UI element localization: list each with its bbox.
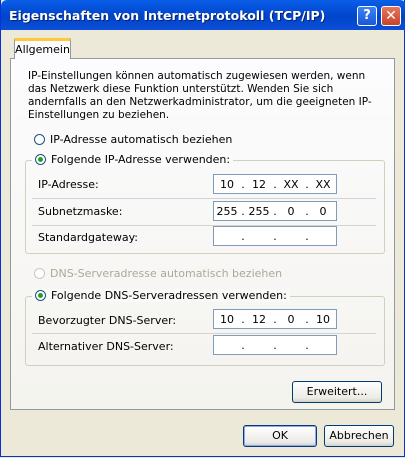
dns-manual-label: Folgende DNS-Serveradressen verwenden: (51, 289, 287, 302)
close-button[interactable]: ✕ (381, 6, 401, 26)
subnet-field[interactable]: 255. 255. 0. 0 (213, 201, 337, 221)
dot: . (273, 177, 277, 191)
ip-manual-label: Folgende IP-Adresse verwenden: (51, 153, 231, 166)
dns-auto-label: DNS-Serveradresse automatisch beziehen (50, 267, 283, 280)
octet: 12 (252, 312, 266, 326)
cancel-button[interactable]: Abbrechen (324, 425, 394, 447)
ip-auto-radio[interactable] (34, 134, 45, 145)
ip-address-label: IP-Adresse: (38, 178, 99, 191)
octet: 255 (216, 204, 238, 218)
dot: . (273, 229, 277, 243)
subnet-label: Subnetzmaske: (38, 205, 123, 218)
octet: XX (283, 177, 299, 191)
dot: . (241, 177, 245, 191)
dns-manual-option[interactable]: Folgende DNS-Serveradressen verwenden: (32, 289, 290, 302)
octet: 12 (252, 177, 266, 191)
preferred-dns-label: Bevorzugter DNS-Server: (38, 314, 177, 327)
octet: 10 (220, 312, 234, 326)
dot: . (273, 338, 277, 352)
row-separator (32, 333, 376, 334)
tab-allgemein[interactable]: Allgemein (14, 38, 71, 59)
octet: 0 (287, 204, 295, 218)
dot: . (305, 338, 309, 352)
ip-manual-radio[interactable] (35, 154, 46, 165)
ip-address-field[interactable]: 10. 12. XX. XX (213, 174, 337, 194)
dns-groupbox (25, 296, 385, 366)
ip-auto-label: IP-Adresse automatisch beziehen (50, 133, 233, 146)
tcpip-properties-dialog: Eigenschaften von Internetprotokoll (TCP… (0, 0, 405, 457)
dns-manual-radio[interactable] (35, 290, 46, 301)
ip-auto-option[interactable]: IP-Adresse automatisch beziehen (34, 133, 232, 146)
title-bar[interactable]: Eigenschaften von Internetprotokoll (TCP… (1, 0, 405, 30)
dot: . (305, 312, 309, 326)
octet: 0 (287, 312, 295, 326)
description-text: IP-Einstellungen können automatisch zuge… (28, 70, 372, 121)
window-title: Eigenschaften von Internetprotokoll (TCP… (9, 8, 326, 23)
octet: 10 (316, 312, 330, 326)
dot: . (305, 204, 309, 218)
help-button[interactable]: ? (357, 6, 377, 26)
dot: . (273, 204, 277, 218)
alternate-dns-label: Alternativer DNS-Server: (38, 340, 174, 353)
advanced-button[interactable]: Erweitert... (292, 381, 382, 403)
row-separator (32, 198, 376, 199)
dot: . (305, 177, 309, 191)
gateway-field[interactable]: . . . (213, 226, 337, 246)
dot: . (241, 204, 245, 218)
dot: . (241, 229, 245, 243)
octet: 10 (220, 177, 234, 191)
octet: 255 (248, 204, 270, 218)
ip-manual-option[interactable]: Folgende IP-Adresse verwenden: (32, 153, 234, 166)
gateway-label: Standardgateway: (38, 231, 138, 244)
alternate-dns-field[interactable]: . . . (213, 335, 337, 355)
dot: . (273, 312, 277, 326)
dns-auto-radio[interactable] (34, 268, 45, 279)
dot: . (241, 338, 245, 352)
close-icon: ✕ (385, 8, 397, 24)
octet: XX (315, 177, 331, 191)
help-icon: ? (363, 8, 371, 23)
dot: . (305, 229, 309, 243)
tab-label: Allgemein (15, 43, 70, 56)
ok-button[interactable]: OK (243, 425, 317, 447)
octet: 0 (319, 204, 327, 218)
dns-auto-option[interactable]: DNS-Serveradresse automatisch beziehen (34, 267, 282, 280)
preferred-dns-field[interactable]: 10. 12. 0. 10 (213, 309, 337, 329)
dot: . (241, 312, 245, 326)
